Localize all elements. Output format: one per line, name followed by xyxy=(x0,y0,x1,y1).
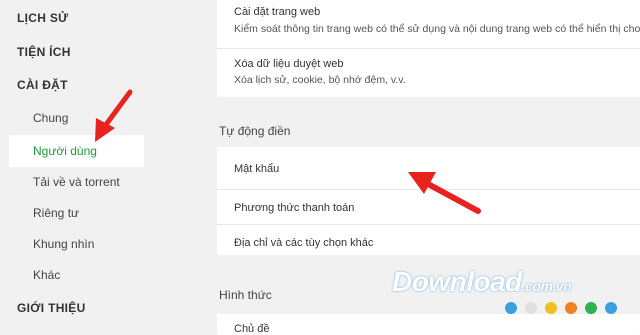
row-title: Mật khẩu xyxy=(234,163,280,175)
sidebar-section-about[interactable]: GIỚI THIỆU xyxy=(17,301,86,315)
dot-icon xyxy=(585,302,597,314)
site-settings-row[interactable]: Cài đặt trang web Kiểm soát thông tin tr… xyxy=(217,0,640,48)
appearance-card: Chủ đề xyxy=(217,314,640,335)
dot-icon xyxy=(565,302,577,314)
themes-row[interactable]: Chủ đề xyxy=(217,314,640,335)
row-title: Địa chỉ và các tùy chọn khác xyxy=(234,237,374,249)
download-watermark-logo: Download.com.vn xyxy=(392,266,572,298)
sidebar-item-appearance[interactable]: Khung nhìn xyxy=(33,237,94,251)
sidebar-section-settings[interactable]: CÀI ĐẶT xyxy=(17,78,68,92)
sidebar-item-general[interactable]: Chung xyxy=(33,111,68,125)
appearance-section-title: Hình thức xyxy=(219,288,272,302)
sidebar-section-history[interactable]: LỊCH SỬ xyxy=(17,11,68,25)
watermark-text: Download xyxy=(392,266,522,297)
sidebar-item-people[interactable]: Người dùng xyxy=(9,135,144,167)
row-subtitle: Kiểm soát thông tin trang web có thể sử … xyxy=(234,23,640,35)
settings-sidebar: LỊCH SỬ TIỆN ÍCH CÀI ĐẶT Chung Người dùn… xyxy=(0,0,200,335)
row-title: Cài đặt trang web xyxy=(234,6,321,18)
autofill-card: Mật khẩu Phương thức thanh toán Địa chỉ … xyxy=(217,147,640,255)
autofill-section-title: Tự động điền xyxy=(219,124,291,138)
dot-icon xyxy=(505,302,517,314)
sidebar-section-extensions[interactable]: TIỆN ÍCH xyxy=(17,45,71,59)
clear-browsing-data-row[interactable]: Xóa dữ liệu duyệt web Xóa lịch sử, cooki… xyxy=(217,48,640,97)
dot-icon xyxy=(605,302,617,314)
row-title: Xóa dữ liệu duyệt web xyxy=(234,58,344,70)
dot-icon xyxy=(545,302,557,314)
row-title: Chủ đề xyxy=(234,323,270,335)
watermark-domain: .com.vn xyxy=(521,278,572,294)
passwords-row[interactable]: Mật khẩu xyxy=(217,147,640,183)
addresses-row[interactable]: Địa chỉ và các tùy chọn khác xyxy=(217,224,640,255)
row-subtitle: Xóa lịch sử, cookie, bộ nhớ đệm, v.v. xyxy=(234,74,406,86)
sidebar-item-privacy[interactable]: Riêng tư xyxy=(33,206,79,220)
payment-methods-row[interactable]: Phương thức thanh toán xyxy=(217,189,640,224)
sidebar-item-downloads[interactable]: Tải về và torrent xyxy=(33,175,120,189)
dot-icon xyxy=(525,302,537,314)
sidebar-item-other[interactable]: Khác xyxy=(33,268,60,282)
privacy-card: Cài đặt trang web Kiểm soát thông tin tr… xyxy=(217,0,640,97)
row-title: Phương thức thanh toán xyxy=(234,202,355,214)
